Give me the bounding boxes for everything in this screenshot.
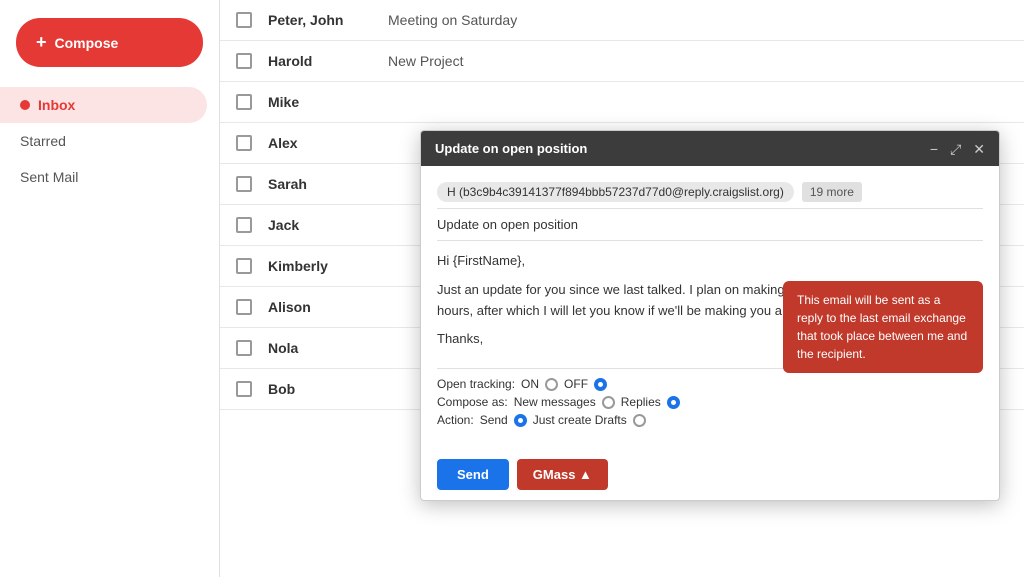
sender-name: Alex	[268, 135, 388, 151]
subject-row: Update on open position	[437, 209, 983, 241]
sender-name: Mike	[268, 94, 388, 110]
compose-as-new-label: New messages	[514, 395, 596, 409]
action-send-radio[interactable]	[514, 414, 527, 427]
modal-footer: Send GMass ▲	[421, 449, 999, 500]
row-checkbox[interactable]	[236, 12, 252, 28]
gmass-button[interactable]: GMass ▲	[517, 459, 608, 490]
compose-label: Compose	[55, 35, 119, 51]
modal-title: Update on open position	[435, 141, 587, 156]
email-subject: New Project	[388, 53, 1008, 69]
action-draft-label: Just create Drafts	[533, 413, 627, 427]
email-subject: Meeting on Saturday	[388, 12, 1008, 28]
row-checkbox[interactable]	[236, 94, 252, 110]
minimize-button[interactable]: −	[930, 142, 938, 156]
sidebar-label-starred: Starred	[20, 133, 66, 149]
sender-name: Kimberly	[268, 258, 388, 274]
row-checkbox[interactable]	[236, 53, 252, 69]
table-row[interactable]: Mike	[220, 82, 1024, 123]
table-row[interactable]: Harold New Project	[220, 41, 1024, 82]
options-section: Open tracking: ON OFF Compose as: New me…	[437, 368, 983, 439]
main-content: Peter, John Meeting on Saturday Harold N…	[220, 0, 1024, 577]
open-tracking-on-label: ON	[521, 377, 539, 391]
open-tracking-on-radio[interactable]	[545, 378, 558, 391]
open-tracking-option: Open tracking: ON OFF	[437, 377, 983, 391]
more-recipients-badge[interactable]: 19 more	[802, 182, 862, 202]
sender-name: Bob	[268, 381, 388, 397]
row-checkbox[interactable]	[236, 258, 252, 274]
action-draft-radio[interactable]	[633, 414, 646, 427]
sidebar-label-sent: Sent Mail	[20, 169, 78, 185]
sidebar-item-sent[interactable]: Sent Mail	[0, 159, 207, 195]
action-label: Action:	[437, 413, 474, 427]
row-checkbox[interactable]	[236, 217, 252, 233]
compose-as-replies-label: Replies	[621, 395, 661, 409]
row-checkbox[interactable]	[236, 340, 252, 356]
compose-button[interactable]: + Compose	[16, 18, 203, 67]
modal-header: Update on open position − ⤢ ✕	[421, 131, 999, 166]
row-checkbox[interactable]	[236, 299, 252, 315]
row-checkbox[interactable]	[236, 176, 252, 192]
table-row[interactable]: Peter, John Meeting on Saturday	[220, 0, 1024, 41]
open-tracking-off-radio[interactable]	[594, 378, 607, 391]
body-greeting: Hi {FirstName},	[437, 251, 983, 272]
sender-name: Peter, John	[268, 12, 388, 28]
open-tracking-off-label: OFF	[564, 377, 588, 391]
open-tracking-label: Open tracking:	[437, 377, 515, 391]
send-button[interactable]: Send	[437, 459, 509, 490]
reply-tooltip: This email will be sent as a reply to th…	[783, 281, 983, 373]
modal-controls: − ⤢ ✕	[930, 142, 985, 156]
plus-icon: +	[36, 32, 47, 53]
sender-name: Nola	[268, 340, 388, 356]
sidebar-item-inbox[interactable]: Inbox	[0, 87, 207, 123]
row-checkbox[interactable]	[236, 135, 252, 151]
email-subject-field: Update on open position	[437, 217, 578, 232]
compose-as-new-radio[interactable]	[602, 396, 615, 409]
sender-name: Jack	[268, 217, 388, 233]
inbox-dot	[20, 100, 30, 110]
sender-name: Alison	[268, 299, 388, 315]
action-send-label: Send	[480, 413, 508, 427]
compose-modal: Update on open position − ⤢ ✕ H (b3c9b4c…	[420, 130, 1000, 501]
compose-as-option: Compose as: New messages Replies	[437, 395, 983, 409]
sender-name: Sarah	[268, 176, 388, 192]
close-button[interactable]: ✕	[973, 142, 985, 156]
sender-name: Harold	[268, 53, 388, 69]
compose-as-label: Compose as:	[437, 395, 508, 409]
sidebar-item-starred[interactable]: Starred	[0, 123, 207, 159]
row-checkbox[interactable]	[236, 381, 252, 397]
compose-as-replies-radio[interactable]	[667, 396, 680, 409]
expand-button[interactable]: ⤢	[950, 142, 961, 156]
sidebar: + Compose Inbox Starred Sent Mail	[0, 0, 220, 577]
modal-body: H (b3c9b4c39141377f894bbb57237d77d0@repl…	[421, 166, 999, 449]
recipient-row: H (b3c9b4c39141377f894bbb57237d77d0@repl…	[437, 176, 983, 209]
sidebar-nav: Inbox Starred Sent Mail	[0, 87, 219, 195]
email-body: Hi {FirstName}, Just an update for you s…	[437, 241, 983, 368]
action-option: Action: Send Just create Drafts	[437, 413, 983, 427]
recipient-email: H (b3c9b4c39141377f894bbb57237d77d0@repl…	[437, 182, 794, 202]
sidebar-label-inbox: Inbox	[38, 97, 75, 113]
